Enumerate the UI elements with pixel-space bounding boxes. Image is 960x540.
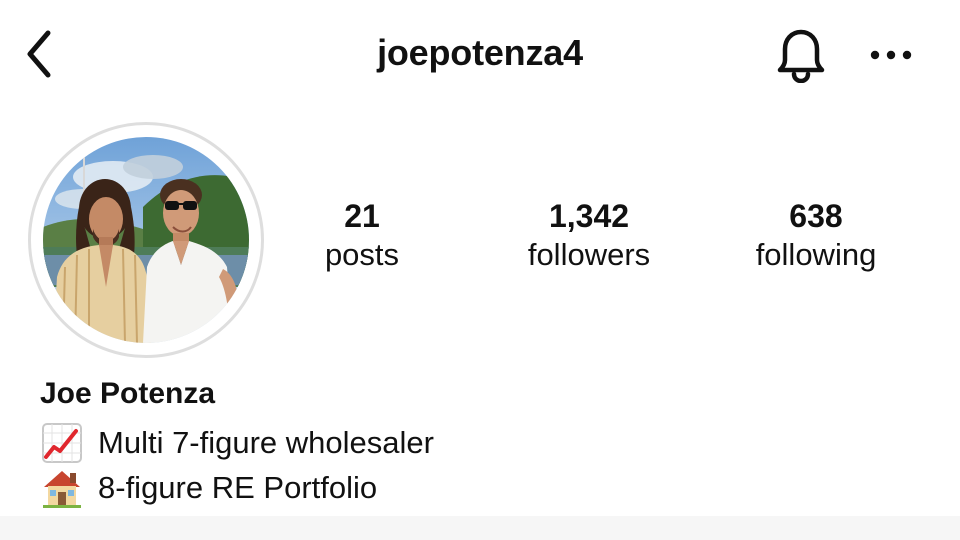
bottom-strip — [0, 516, 960, 540]
ellipsis-icon — [870, 50, 912, 60]
following-count: 638 — [789, 198, 843, 234]
followers-label: followers — [527, 237, 651, 272]
profile-display-name: Joe Potenza — [40, 377, 216, 410]
posts-count: 21 — [344, 198, 380, 234]
profile-photo — [43, 137, 249, 343]
avatar — [43, 137, 249, 343]
followers-stat[interactable]: 1,342 followers — [479, 196, 699, 274]
posts-label: posts — [324, 237, 400, 272]
bio-line: Multi 7-figure wholesaler — [40, 421, 434, 465]
following-label: following — [755, 237, 877, 272]
bio-line: 8-figure RE Portfolio — [40, 466, 377, 510]
chart-increasing-icon — [40, 421, 84, 465]
avatar-ring[interactable] — [28, 122, 264, 358]
chevron-left-icon — [27, 30, 51, 78]
back-button[interactable] — [14, 26, 64, 82]
bio-text: 8-figure RE Portfolio — [98, 470, 378, 505]
bio-text: Multi 7-figure wholesaler — [98, 425, 434, 460]
profile-screen: joepotenza4 21 posts 1,342 followers 638… — [0, 0, 960, 540]
house-icon — [40, 466, 84, 510]
profile-header: joepotenza4 — [0, 0, 960, 112]
bell-icon — [777, 29, 825, 83]
following-stat[interactable]: 638 following — [706, 196, 926, 274]
more-options-button[interactable] — [860, 32, 922, 78]
posts-stat[interactable]: 21 posts — [252, 196, 472, 274]
followers-count: 1,342 — [548, 198, 630, 234]
notifications-button[interactable] — [770, 24, 832, 86]
